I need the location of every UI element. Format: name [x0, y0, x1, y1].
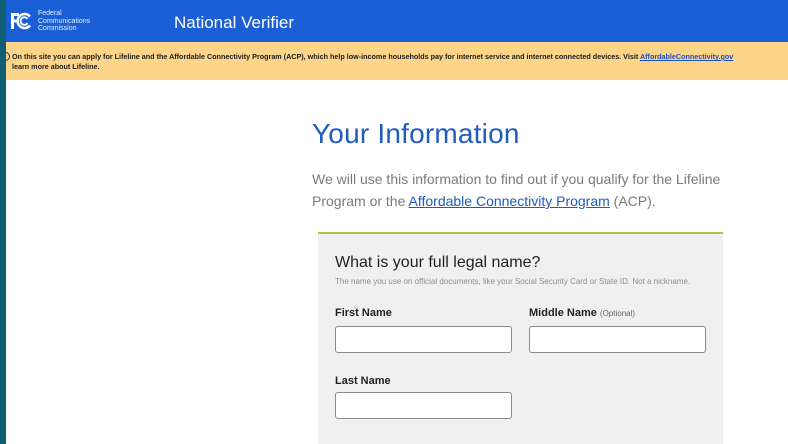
intro-text: We will use this information to find out…: [312, 168, 732, 212]
banner-message-continued: learn more about Lifeline.: [12, 62, 100, 71]
info-banner: On this site you can apply for Lifeline …: [6, 42, 788, 80]
last-name-label: Last Name: [335, 375, 391, 387]
middle-name-label-text: Middle Name: [529, 307, 597, 319]
banner-text: On this site you can apply for Lifeline …: [12, 52, 788, 72]
name-question: What is your full legal name?: [335, 254, 541, 271]
optional-tag: (Optional): [599, 309, 636, 318]
acp-site-link[interactable]: AffordableConnectivity.gov: [640, 52, 733, 61]
name-help-text: The name you use on official documents, …: [335, 277, 691, 286]
info-icon: [6, 52, 10, 61]
fcc-org-name: Federal Communications Commission: [38, 10, 118, 33]
acp-program-link[interactable]: Affordable Connectivity Program: [409, 193, 610, 209]
middle-name-label: Middle Name (Optional): [529, 307, 635, 319]
last-name-input[interactable]: [335, 392, 512, 419]
page-title: Your Information: [312, 118, 520, 149]
name-form-card: What is your full legal name? The name y…: [318, 232, 723, 444]
org-line: Federal: [38, 10, 62, 17]
first-name-label: First Name: [335, 307, 392, 319]
banner-message: On this site you can apply for Lifeline …: [12, 52, 640, 61]
org-line: Commission: [38, 25, 77, 32]
first-name-input[interactable]: [335, 326, 512, 353]
browser-viewport: Federal Communications Commission Nation…: [6, 0, 788, 444]
app-title[interactable]: National Verifier: [174, 13, 294, 33]
middle-name-input[interactable]: [529, 326, 706, 353]
fcc-logo-icon[interactable]: [8, 11, 32, 31]
org-line: Communications: [38, 17, 91, 25]
site-header: Federal Communications Commission Nation…: [6, 0, 788, 42]
intro-message-end: (ACP).: [609, 193, 656, 209]
